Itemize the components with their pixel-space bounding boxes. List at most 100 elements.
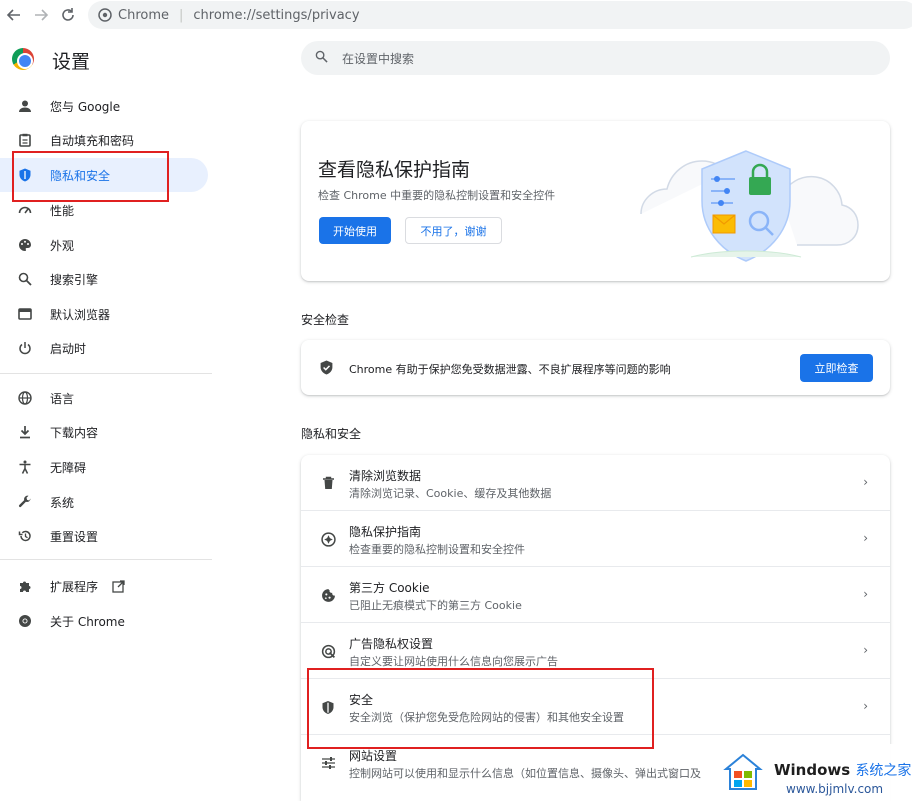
cookie-icon [319, 586, 337, 604]
row-subtitle: 自定义要让网站使用什么信息向您展示广告 [349, 655, 558, 668]
highlight-box-security [307, 668, 654, 749]
sidebar-item-label: 下载内容 [50, 425, 99, 440]
sliders-icon [319, 754, 337, 772]
row-subtitle: 已阻止无痕模式下的第三方 Cookie [349, 599, 522, 612]
row-subtitle: 检查重要的隐私控制设置和安全控件 [349, 543, 525, 556]
sidebar-item-search-engine[interactable]: 搜索引擎 [0, 262, 208, 296]
compass-icon [319, 530, 337, 548]
sidebar-item-on-startup[interactable]: 启动时 [0, 331, 208, 365]
sidebar-item-system[interactable]: 系统 [0, 485, 208, 519]
row-title: 网站设置 [349, 749, 398, 763]
sidebar-item-label: 启动时 [50, 341, 87, 356]
browser-icon [16, 305, 34, 323]
sidebar-item-label: 扩展程序 [50, 579, 99, 594]
external-link-icon [112, 579, 125, 593]
search-input[interactable]: 在设置中搜索 [342, 50, 414, 67]
check-now-button[interactable]: 立即检查 [800, 354, 873, 382]
sidebar-item-label: 搜索引擎 [50, 272, 99, 287]
globe-icon [16, 389, 34, 407]
row-subtitle: 控制网站可以使用和显示什么信息（如位置信息、摄像头、弹出式窗口及 [349, 767, 701, 780]
back-arrow-icon [6, 9, 20, 21]
chrome-icon [16, 612, 34, 630]
promo-title: 查看隐私保护指南 [318, 159, 471, 181]
clipboard-icon [16, 131, 34, 149]
windows-logo-icon [723, 753, 763, 790]
search-icon [16, 270, 34, 288]
sidebar-divider [0, 559, 212, 560]
sidebar-item-appearance[interactable]: 外观 [0, 228, 208, 262]
privacy-guide-promo-card: 查看隐私保护指南 检查 Chrome 中重要的隐私控制设置和安全控件 开始使用 … [301, 121, 890, 281]
download-icon [16, 423, 34, 441]
sidebar-item-label: 外观 [50, 238, 75, 253]
watermark-url: www.bjjmlv.com [786, 782, 884, 796]
wrench-icon [16, 493, 34, 511]
sidebar-divider [0, 373, 212, 374]
start-button[interactable]: 开始使用 [319, 217, 391, 244]
forward-button[interactable] [30, 4, 52, 26]
highlight-box-sidebar [12, 151, 169, 202]
list-item-third-party-cookies[interactable]: 第三方 Cookie 已阻止无痕模式下的第三方 Cookie › [301, 567, 890, 623]
person-icon [16, 97, 34, 115]
watermark-brand: Windows [774, 761, 851, 779]
sidebar-item-languages[interactable]: 语言 [0, 381, 208, 415]
sidebar-item-label: 您与 Google [50, 99, 121, 114]
watermark: Windows 系统之家 www.bjjmlv.com [716, 744, 912, 801]
shield-check-icon [319, 360, 334, 375]
sidebar-item-extensions[interactable]: 扩展程序 [0, 569, 208, 603]
chrome-logo-icon [12, 48, 34, 70]
sidebar-item-label: 语言 [50, 391, 75, 406]
sidebar-item-label: 无障碍 [50, 460, 87, 475]
row-title: 清除浏览数据 [349, 469, 422, 483]
sidebar-item-you-and-google[interactable]: 您与 Google [0, 89, 208, 123]
privacy-security-heading: 隐私和安全 [301, 427, 362, 441]
palette-icon [16, 236, 34, 254]
accessibility-icon [16, 458, 34, 476]
list-item-privacy-guide[interactable]: 隐私保护指南 检查重要的隐私控制设置和安全控件 › [301, 511, 890, 567]
watermark-title: Windows 系统之家 [774, 760, 911, 780]
site-label: Chrome [118, 7, 169, 23]
row-title: 广告隐私权设置 [349, 637, 434, 651]
promo-description: 检查 Chrome 中重要的隐私控制设置和安全控件 [318, 189, 556, 202]
reload-icon [62, 8, 74, 21]
address-bar[interactable]: Chrome | chrome://settings/privacy [88, 1, 912, 29]
dismiss-button[interactable]: 不用了，谢谢 [405, 217, 502, 244]
watermark-brand-suffix: 系统之家 [855, 763, 912, 779]
chevron-right-icon: › [863, 699, 868, 713]
safety-check-card: Chrome 有助于保护您免受数据泄露、不良扩展程序等问题的影响 立即检查 [301, 340, 890, 395]
chevron-right-icon: › [863, 587, 868, 601]
safety-check-heading: 安全检查 [301, 313, 350, 327]
row-title: 隐私保护指南 [349, 525, 422, 539]
sidebar-item-label: 默认浏览器 [50, 307, 111, 322]
url-text: chrome://settings/privacy [193, 7, 360, 23]
sidebar-item-reset-settings[interactable]: 重置设置 [0, 519, 208, 553]
sidebar-item-accessibility[interactable]: 无障碍 [0, 450, 208, 484]
search-icon [315, 50, 328, 66]
restore-icon [16, 527, 34, 545]
row-title: 第三方 Cookie [349, 581, 430, 595]
speedometer-icon [16, 201, 34, 219]
sidebar-item-label: 自动填充和密码 [50, 133, 135, 148]
sidebar-item-label: 重置设置 [50, 529, 99, 544]
chevron-right-icon: › [863, 643, 868, 657]
forward-arrow-icon [35, 9, 49, 21]
settings-search[interactable]: 在设置中搜索 [301, 41, 890, 75]
trash-icon [319, 474, 337, 492]
sidebar-item-about-chrome[interactable]: 关于 Chrome [0, 604, 208, 638]
back-button[interactable] [3, 4, 25, 26]
chrome-site-icon [98, 8, 112, 22]
safety-check-text: Chrome 有助于保护您免受数据泄露、不良扩展程序等问题的影响 [349, 363, 671, 376]
browser-toolbar: Chrome | chrome://settings/privacy [0, 0, 912, 30]
sidebar-item-label: 关于 Chrome [50, 614, 125, 629]
list-item-clear-browsing-data[interactable]: 清除浏览数据 清除浏览记录、Cookie、缓存及其他数据 › [301, 455, 890, 511]
sidebar-item-default-browser[interactable]: 默认浏览器 [0, 297, 208, 331]
url-separator: | [179, 7, 184, 23]
sidebar-item-label: 性能 [50, 203, 75, 218]
sidebar-item-downloads[interactable]: 下载内容 [0, 415, 208, 449]
puzzle-icon [16, 577, 34, 595]
page-title: 设置 [52, 51, 91, 73]
chevron-right-icon: › [863, 475, 868, 489]
reload-button[interactable] [57, 4, 79, 26]
privacy-illustration-icon [640, 150, 859, 262]
row-subtitle: 清除浏览记录、Cookie、缓存及其他数据 [349, 487, 552, 500]
ad-privacy-icon [319, 642, 337, 660]
